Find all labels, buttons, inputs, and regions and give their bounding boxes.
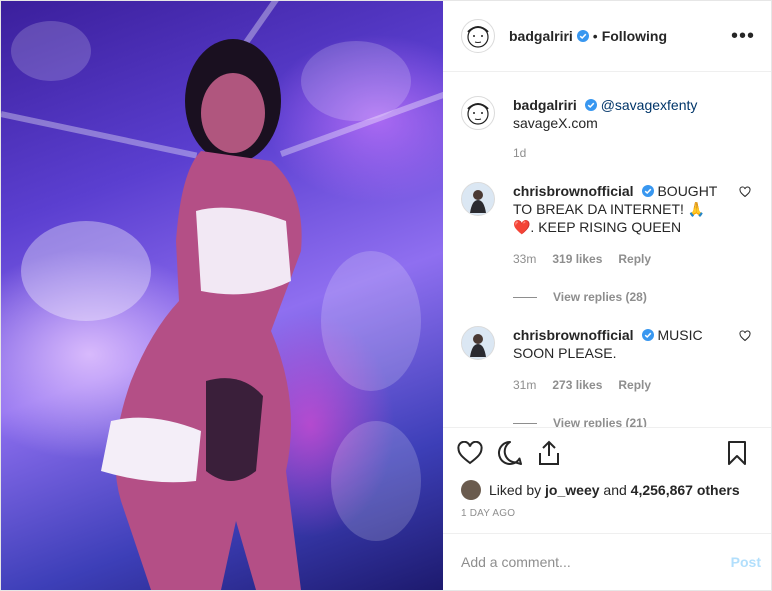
bookmark-icon[interactable] <box>727 440 747 466</box>
comment-body: chrisbrownofficial BOUGHT TO BREAK DA IN… <box>513 182 755 306</box>
like-heart-icon[interactable] <box>457 441 483 465</box>
comment-like-heart-icon[interactable] <box>739 330 751 342</box>
post-comment-button[interactable]: Post <box>731 554 761 570</box>
model-figure <box>101 39 302 590</box>
comment-age[interactable]: 31m <box>513 376 536 394</box>
replies-divider <box>513 296 537 298</box>
caption: badgalriri @savagexfenty savageX.com 1d <box>461 96 755 162</box>
add-comment-bar: Post <box>443 533 771 590</box>
caption-age[interactable]: 1d <box>513 144 526 162</box>
share-icon[interactable] <box>537 440 561 466</box>
comment-body: chrisbrownofficial MUSIC SOON PLEASE. 31… <box>513 326 755 427</box>
avatar-face-icon <box>467 103 489 125</box>
reply-button[interactable]: Reply <box>618 376 651 394</box>
comment-username[interactable]: chrisbrownofficial <box>513 183 634 199</box>
commenter-avatar[interactable] <box>461 182 495 216</box>
caption-body: badgalriri @savagexfenty savageX.com 1d <box>513 96 755 162</box>
liked-by-label: Liked by <box>489 482 542 498</box>
likes-summary: Liked by jo_weey and 4,256,867 others <box>443 478 771 502</box>
verified-badge-icon <box>641 185 654 197</box>
author-username[interactable]: badgalriri <box>509 28 573 44</box>
post-container: badgalriri • Following ••• badgalriri @s… <box>0 0 772 591</box>
view-replies-label: View replies (21) <box>553 416 647 427</box>
comment-meta: 31m 273 likes Reply <box>513 376 725 394</box>
post-header: badgalriri • Following ••• <box>443 1 771 72</box>
comment-bubble-icon[interactable] <box>497 440 523 466</box>
caption-username[interactable]: badgalriri <box>513 97 577 113</box>
author-avatar[interactable] <box>461 19 495 53</box>
separator-dot: • <box>592 28 598 44</box>
likes-count[interactable]: 4,256,867 others <box>631 482 740 498</box>
caption-meta: 1d <box>513 144 725 162</box>
comment-likes[interactable]: 319 likes <box>552 250 602 268</box>
post-timestamp[interactable]: 1 DAY AGO <box>443 502 771 533</box>
liker-username[interactable]: jo_weey <box>545 482 599 498</box>
comment-username[interactable]: chrisbrownofficial <box>513 327 634 343</box>
caption-avatar[interactable] <box>461 96 495 130</box>
comment-meta: 33m 319 likes Reply <box>513 250 725 268</box>
view-replies-button[interactable]: View replies (28) <box>513 288 725 306</box>
following-button[interactable]: Following <box>602 28 667 44</box>
view-replies-button[interactable]: View replies (21) <box>513 414 725 427</box>
comment-item: chrisbrownofficial BOUGHT TO BREAK DA IN… <box>461 182 755 306</box>
comment-likes[interactable]: 273 likes <box>552 376 602 394</box>
comment-item: chrisbrownofficial MUSIC SOON PLEASE. 31… <box>461 326 755 427</box>
avatar-photo-icon <box>462 183 494 215</box>
post-actions-bar <box>443 427 771 478</box>
commenter-avatar[interactable] <box>461 326 495 360</box>
comments-list: badgalriri @savagexfenty savageX.com 1d <box>443 72 771 427</box>
more-options-icon[interactable]: ••• <box>731 26 755 46</box>
comment-like-heart-icon[interactable] <box>739 186 751 198</box>
avatar-photo-icon <box>462 327 494 359</box>
view-replies-label: View replies (28) <box>553 290 647 304</box>
verified-badge-icon <box>641 329 654 341</box>
avatar-face-icon <box>467 26 489 48</box>
caption-text: savageX.com <box>513 115 598 131</box>
comment-age[interactable]: 33m <box>513 250 536 268</box>
replies-divider <box>513 422 537 424</box>
post-photo[interactable] <box>1 1 443 590</box>
verified-badge-icon <box>584 99 597 111</box>
likes-and: and <box>603 482 627 498</box>
liker-avatar[interactable] <box>461 480 481 500</box>
post-sidebar: badgalriri • Following ••• badgalriri @s… <box>443 1 771 590</box>
reply-button[interactable]: Reply <box>618 250 651 268</box>
add-comment-input[interactable] <box>459 553 731 571</box>
caption-mention-link[interactable]: @savagexfenty <box>601 97 698 113</box>
verified-badge-icon <box>576 30 589 42</box>
